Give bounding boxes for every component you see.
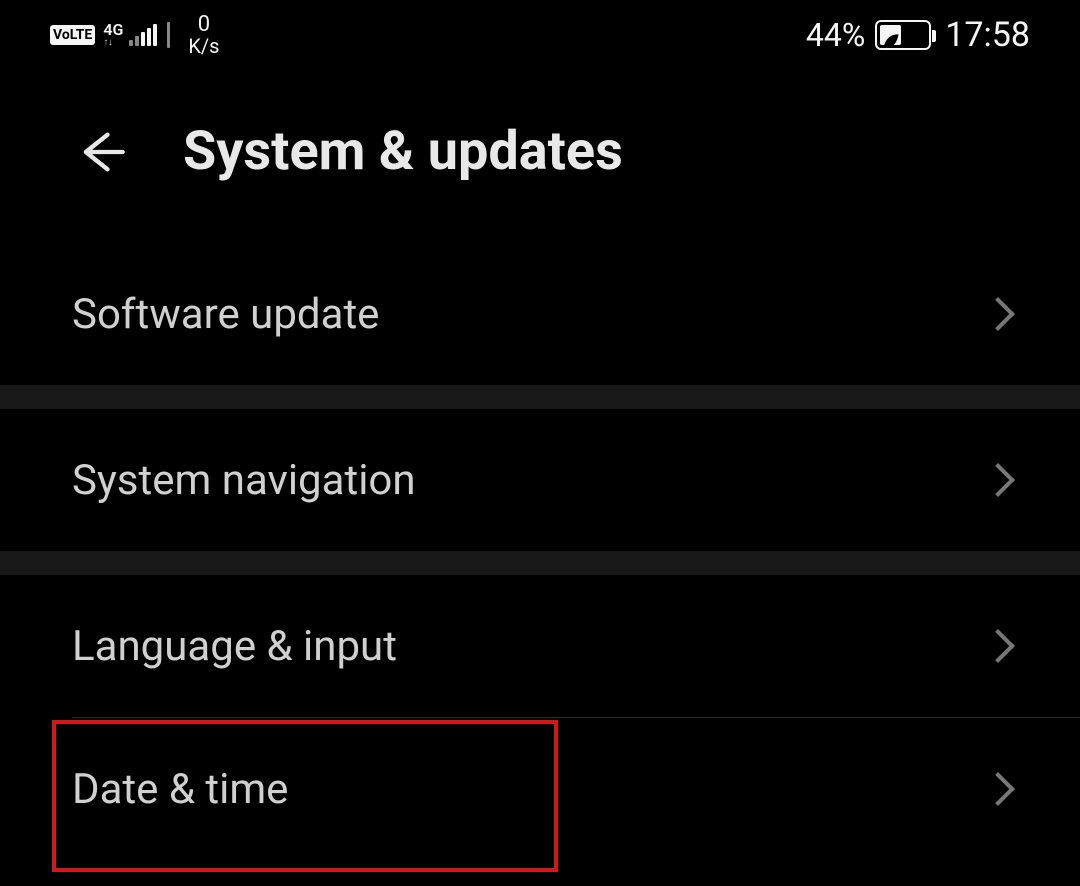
row-label: Software update [72,290,379,339]
row-label: System navigation [72,456,416,505]
settings-list: Software update System navigation Langua… [0,243,1080,860]
group-divider [0,385,1080,409]
page-header: System & updates [0,70,1080,243]
data-speed-indicator: 0 K/s [188,14,219,56]
signal-strength-icon [129,24,157,46]
back-button[interactable] [75,126,127,178]
data-speed-value: 0 [198,14,210,36]
chevron-right-icon [981,463,1015,497]
row-date-time[interactable]: Date & time [0,718,1080,860]
battery-percent-label: 44% [806,16,865,54]
page-title: System & updates [183,120,623,183]
clock-label: 17:58 [945,15,1030,55]
status-bar: VoLTE 4G ↑↓ 0 K/s 44% 17:58 [0,0,1080,70]
back-arrow-icon [75,126,127,178]
row-label: Date & time [72,765,288,814]
row-language-input[interactable]: Language & input [0,575,1080,717]
leaf-icon [880,31,900,45]
network-type-indicator: 4G ↑↓ [103,22,123,48]
status-left-group: VoLTE 4G ↑↓ 0 K/s [50,14,219,56]
battery-icon [875,20,931,50]
network-arrows-icon: ↑↓ [103,38,112,48]
chevron-right-icon [981,772,1015,806]
row-system-navigation[interactable]: System navigation [0,409,1080,551]
status-right-group: 44% 17:58 [806,15,1030,55]
row-software-update[interactable]: Software update [0,243,1080,385]
row-label: Language & input [72,622,397,671]
data-speed-unit: K/s [188,36,219,56]
group-divider [0,551,1080,575]
network-type-label: 4G [103,22,123,38]
chevron-right-icon [981,629,1015,663]
chevron-right-icon [981,297,1015,331]
volte-badge: VoLTE [50,25,95,45]
signal-extra-bar-icon [167,22,170,48]
